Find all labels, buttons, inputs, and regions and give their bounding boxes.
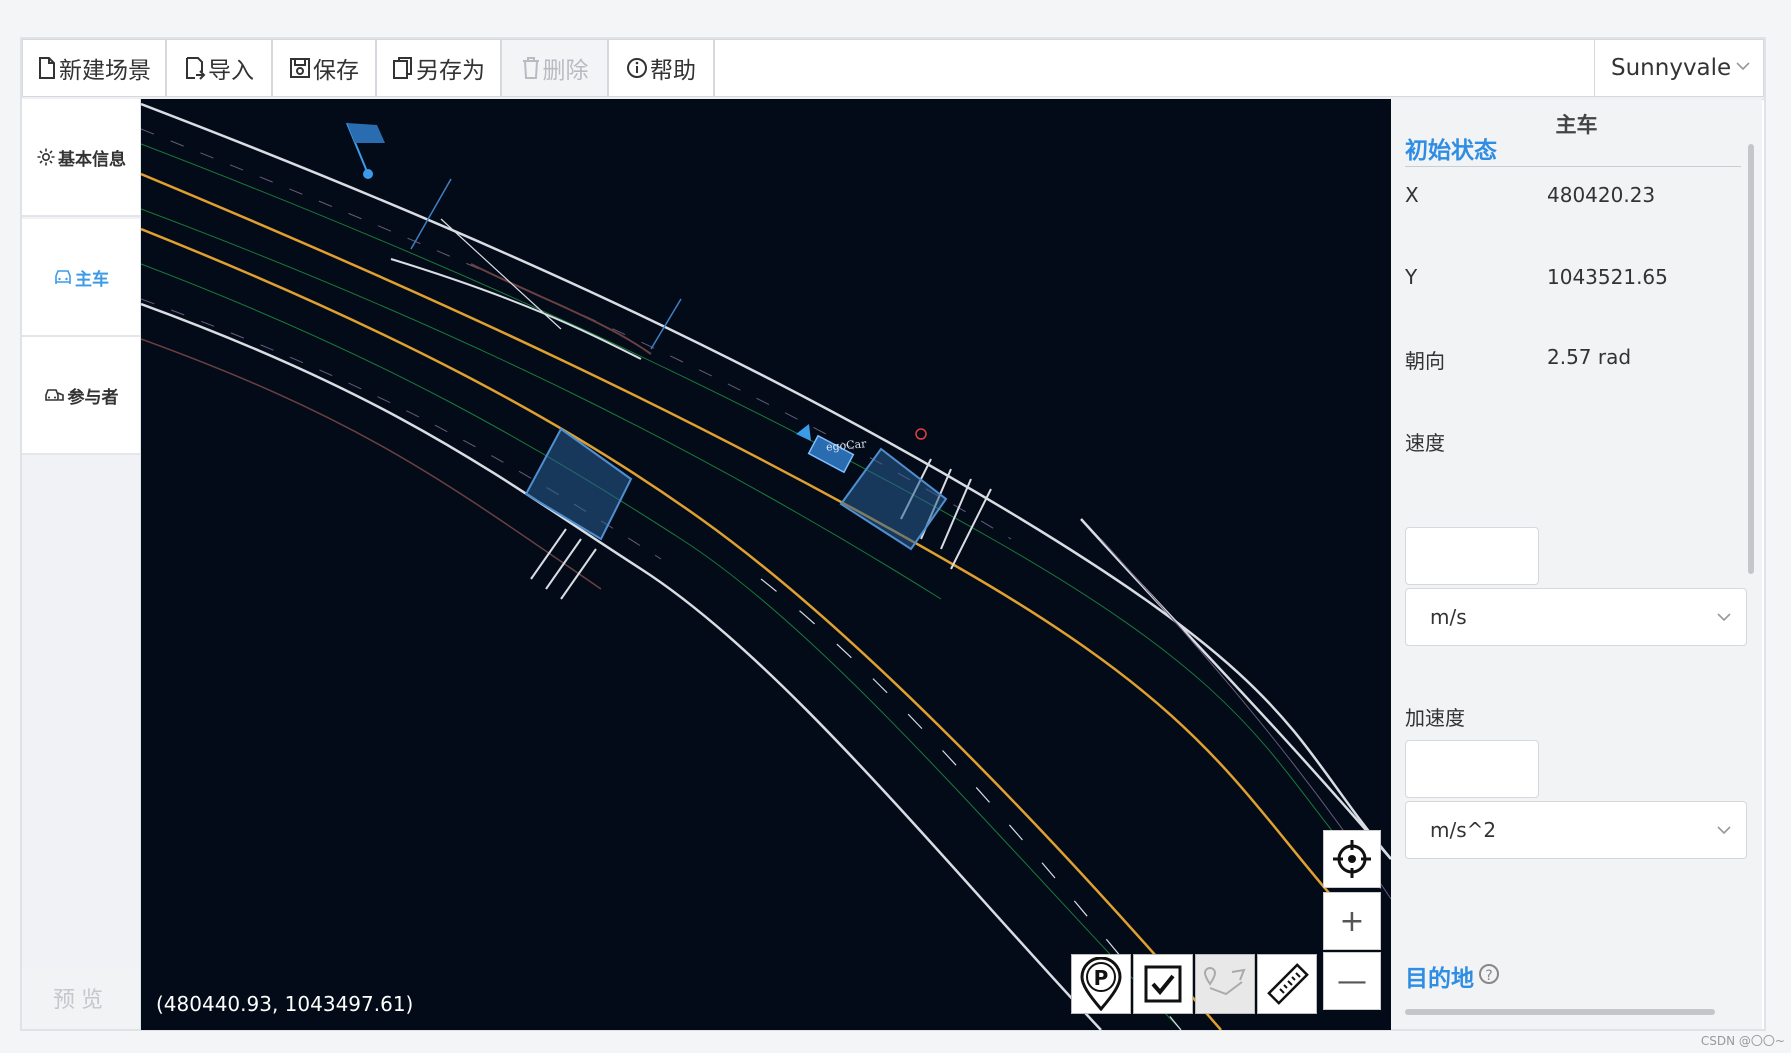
initial-state-title: 初始状态 [1405, 138, 1497, 164]
cars-icon [44, 389, 64, 401]
zoom-out-button[interactable]: — [1323, 952, 1381, 1010]
save-button[interactable]: 保存 [272, 39, 376, 97]
heading-value: 2.57 rad [1547, 345, 1632, 369]
heading-label: 朝向 [1405, 349, 1445, 373]
speed-input[interactable] [1405, 527, 1539, 585]
accel-unit-value: m/s^2 [1430, 818, 1497, 842]
new-scene-button[interactable]: 新建场景 [22, 39, 166, 97]
speed-unit-value: m/s [1430, 605, 1467, 629]
file-icon [39, 57, 55, 79]
sidebar-item-participants[interactable]: 参与者 [22, 337, 140, 455]
gear-icon [37, 148, 55, 166]
car-icon [55, 270, 71, 284]
toolbar: 新建场景 导入 保存 另存为 删除 帮助 Sunnyvale [22, 39, 1764, 100]
save-label: 保存 [313, 58, 359, 84]
new-scene-label: 新建场景 [59, 58, 151, 84]
speed-label: 速度 [1405, 431, 1445, 455]
help-label: 帮助 [650, 58, 696, 84]
map-canvas[interactable]: egoCar (480440.93, 1043497.61) + — P [141, 99, 1391, 1030]
y-label: Y [1405, 265, 1418, 289]
destination-flag [346, 122, 385, 179]
ruler-icon [1267, 963, 1309, 1005]
accel-input[interactable] [1405, 740, 1539, 798]
sidebar: 基本信息 主车 参与者 预览 [22, 99, 141, 1029]
zoom-in-button[interactable]: + [1323, 892, 1381, 950]
parking-pin-icon: P [1080, 957, 1122, 1011]
chevron-down-icon [1736, 62, 1750, 71]
vertical-scrollbar[interactable] [1748, 144, 1754, 574]
horizontal-scrollbar[interactable] [1405, 1009, 1715, 1015]
delete-button[interactable]: 删除 [501, 39, 608, 97]
delete-label: 删除 [542, 58, 589, 84]
sidebar-item-ego-car[interactable]: 主车 [22, 219, 140, 337]
accel-unit-select[interactable]: m/s^2 [1405, 801, 1747, 859]
sidebar-item-basic-info[interactable]: 基本信息 [22, 99, 140, 217]
road-network [141, 102, 1391, 1030]
route-tool-button[interactable] [1195, 954, 1255, 1014]
toolbar-spacer [714, 39, 1614, 97]
confirm-tool-button[interactable] [1133, 954, 1193, 1014]
sidebar-item-label: 基本信息 [58, 149, 126, 170]
parking-tool-button[interactable]: P [1071, 954, 1131, 1014]
x-label: X [1405, 183, 1419, 207]
help-button[interactable]: 帮助 [608, 39, 714, 97]
watermark: CSDN @〇〇~ [1700, 1034, 1785, 1048]
import-icon [186, 57, 206, 80]
checkbox-icon [1144, 965, 1182, 1003]
route-icon [1203, 967, 1246, 996]
save-as-label: 另存为 [416, 58, 485, 84]
chevron-down-icon [1717, 826, 1731, 835]
import-button[interactable]: 导入 [166, 39, 272, 97]
trash-icon [522, 57, 539, 79]
section-divider [1405, 166, 1741, 167]
destination-title: 目的地 [1405, 966, 1474, 992]
locate-button[interactable] [1323, 830, 1381, 888]
sidebar-item-label: 主车 [75, 269, 109, 290]
sidebar-item-label: 参与者 [67, 387, 119, 408]
save-icon [290, 58, 310, 78]
copy-icon [393, 57, 412, 79]
x-value: 480420.23 [1547, 183, 1656, 207]
measure-tool-button[interactable] [1257, 954, 1317, 1014]
coordinate-readout: (480440.93, 1043497.61) [156, 992, 414, 1016]
properties-panel: 主车 初始状态 X 480420.23 Y 1043521.65 朝向 2.57… [1391, 99, 1762, 1029]
save-as-button[interactable]: 另存为 [376, 39, 501, 97]
svg-text:P: P [1094, 966, 1109, 990]
preview-button[interactable]: 预览 [22, 967, 140, 1029]
accel-label: 加速度 [1405, 706, 1465, 730]
city-value: Sunnyvale [1611, 55, 1732, 81]
y-value: 1043521.65 [1547, 265, 1668, 289]
info-icon [627, 58, 647, 78]
participant-marker[interactable] [915, 428, 927, 440]
help-icon[interactable]: ? [1479, 964, 1499, 984]
chevron-down-icon [1717, 613, 1731, 622]
import-label: 导入 [208, 58, 254, 84]
crosshair-icon [1333, 840, 1371, 878]
speed-unit-select[interactable]: m/s [1405, 588, 1747, 646]
city-select[interactable]: Sunnyvale [1594, 39, 1764, 97]
